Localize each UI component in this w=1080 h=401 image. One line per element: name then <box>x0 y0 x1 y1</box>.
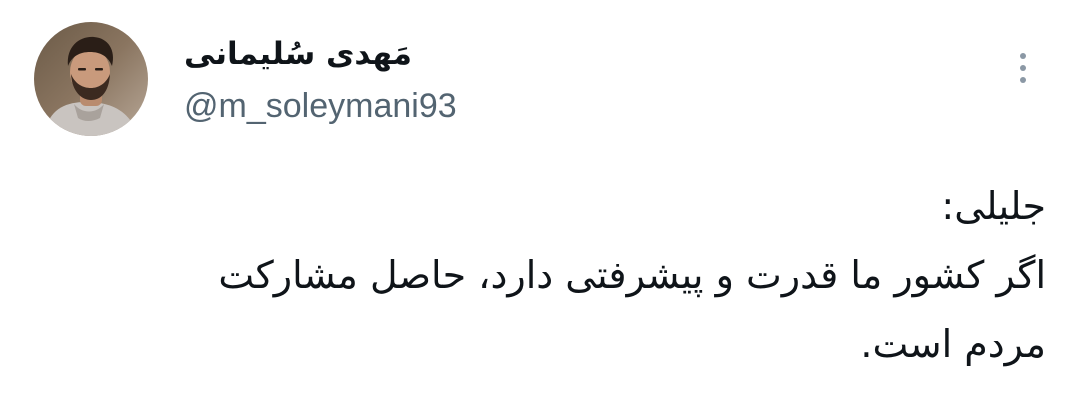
vertical-ellipsis-icon <box>1020 77 1026 83</box>
tweet-text-line: جلیلی: <box>941 184 1046 228</box>
more-options-button[interactable] <box>1006 46 1040 90</box>
tweet-text-line: مردم است. <box>860 322 1046 366</box>
tweet-text-line: اگر کشور ما قدرت و پیشرفتی دارد، حاصل مش… <box>218 253 1046 297</box>
vertical-ellipsis-icon <box>1020 65 1026 71</box>
vertical-ellipsis-icon <box>1020 53 1026 59</box>
tweet-text: جلیلی: اگر کشور ما قدرت و پیشرفتی دارد، … <box>86 172 1046 379</box>
profile-photo-icon <box>34 22 148 136</box>
tweet-card: مَهدی سُلیمانی @m_soleymani93 جلیلی: اگر… <box>0 0 1080 401</box>
author-display-name[interactable]: مَهدی سُلیمانی <box>184 34 412 74</box>
author-handle[interactable]: @m_soleymani93 <box>184 84 457 128</box>
avatar[interactable] <box>34 22 148 136</box>
